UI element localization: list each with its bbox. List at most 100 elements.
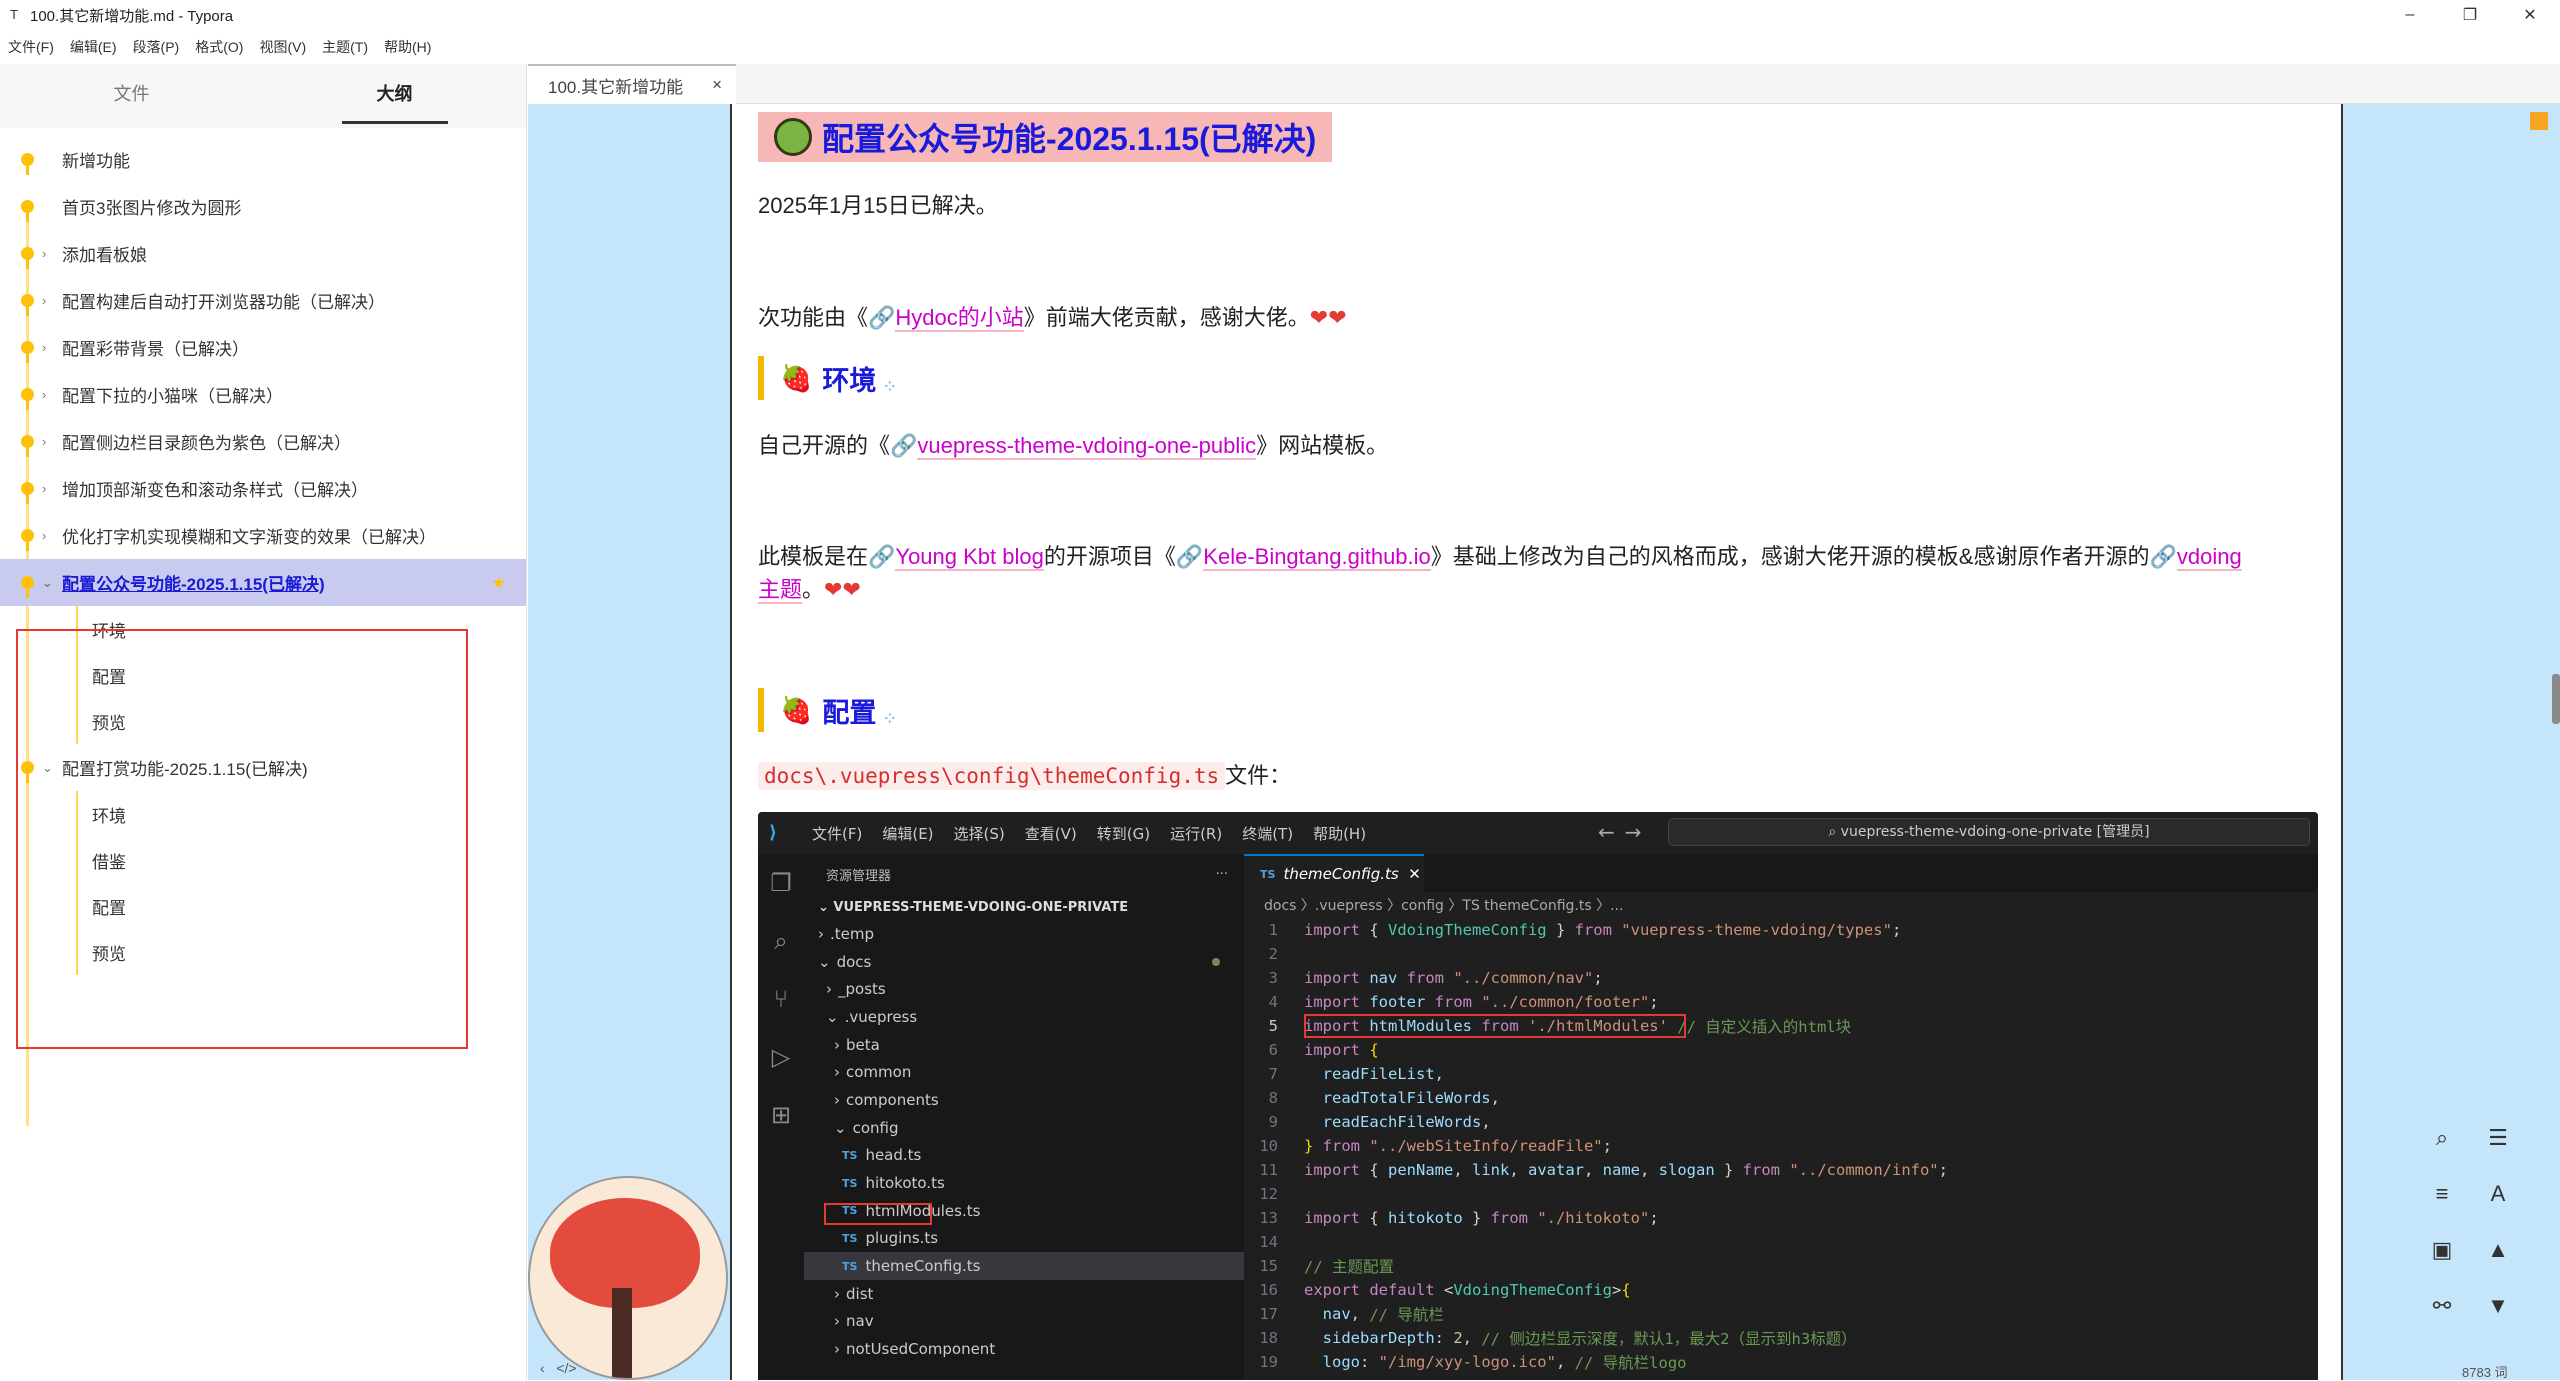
outline-item-label: 增加顶部渐变色和滚动条样式（已解决）: [62, 481, 368, 500]
menu-icon[interactable]: ☰: [2476, 1116, 2520, 1160]
chevron-right-icon[interactable]: ›: [42, 434, 46, 449]
outline-dot-icon: [21, 294, 34, 316]
tab-outline[interactable]: 大纲: [263, 64, 526, 128]
explorer-tree-row: › notUsedComponent: [804, 1335, 1244, 1363]
link-hydoc[interactable]: Hydoc的小站: [895, 305, 1024, 332]
chevron-right-icon[interactable]: ›: [42, 340, 46, 355]
menu-view[interactable]: 视图(V): [251, 37, 314, 57]
scroll-down-icon[interactable]: ▼: [2476, 1284, 2520, 1328]
paragraph-thanks[interactable]: 此模板是在🔗Young Kbt blog的开源项目《🔗Kele-Bingtang…: [758, 540, 2318, 606]
heading-h3-env[interactable]: 🍓 环境 ⁘: [758, 356, 895, 400]
link-kele-bingtang[interactable]: Kele-Bingtang.github.io: [1203, 544, 1431, 571]
outline-item-label: 优化打字机实现模糊和文字渐变的效果（已解决）: [62, 528, 436, 547]
image-icon[interactable]: ▣: [2420, 1228, 2464, 1272]
list-icon[interactable]: ≡: [2420, 1172, 2464, 1216]
window-title: 100.其它新增功能.md - Typora: [30, 7, 234, 25]
word-count[interactable]: 8783 词: [2462, 1362, 2508, 1381]
editor-tabs: TS themeConfig.ts ✕: [1244, 854, 2318, 892]
outline-item[interactable]: 首页3张图片修改为圆形: [0, 183, 526, 230]
chevron-right-icon: ›: [834, 1090, 840, 1109]
explorer-tree-row: TS plugins.ts: [804, 1225, 1244, 1253]
chevron-right-icon: ›: [834, 1035, 840, 1054]
link-kbt-blog[interactable]: Young Kbt blog: [895, 544, 1044, 571]
paragraph-path[interactable]: docs\.vuepress\config\themeConfig.ts 文件：: [758, 758, 1291, 790]
extensions-icon: ⊞: [770, 1101, 792, 1129]
minimize-button[interactable]: –: [2380, 0, 2440, 30]
sitemap-icon[interactable]: ⚯: [2420, 1284, 2464, 1328]
search-icon[interactable]: ⌕: [2420, 1116, 2464, 1160]
chevron-right-icon: ›: [834, 1312, 840, 1331]
outline-item[interactable]: 新增功能: [0, 136, 526, 183]
vscode-menu-item: 文件(F): [812, 824, 863, 843]
star-icon: ★: [491, 574, 506, 592]
outline-item[interactable]: › 配置下拉的小猫咪（已解决）: [0, 371, 526, 418]
maximize-button[interactable]: ❐: [2440, 0, 2500, 30]
menu-help[interactable]: 帮助(H): [376, 37, 439, 57]
scroll-up-icon[interactable]: ▲: [2476, 1228, 2520, 1272]
link-vuepress-theme[interactable]: vuepress-theme-vdoing-one-public: [917, 433, 1257, 460]
inline-code-path[interactable]: docs\.vuepress\config\themeConfig.ts: [758, 762, 1226, 790]
font-icon[interactable]: A: [2476, 1172, 2520, 1216]
paragraph-date[interactable]: 2025年1月15日已解决。: [758, 188, 998, 220]
menu-edit[interactable]: 编辑(E): [62, 37, 125, 57]
code-line: 13 import { hitokoto } from "./hitokoto";: [1259, 1209, 1659, 1227]
document-tab[interactable]: 100.其它新增功能 ×: [528, 64, 736, 104]
bookmark-icon[interactable]: [2530, 112, 2548, 130]
sidebar-toggle-icon[interactable]: ‹ </>: [540, 1360, 577, 1376]
outline-item[interactable]: › 配置侧边栏目录颜色为紫色（已解决）: [0, 418, 526, 465]
chevron-down-icon: ⌄: [826, 1007, 839, 1026]
explorer-tree-row: › .temp: [804, 920, 1244, 948]
heart-icon: ❤❤: [824, 577, 861, 602]
menu-paragraph[interactable]: 段落(P): [125, 37, 188, 57]
mascot-image[interactable]: [528, 1176, 728, 1380]
strawberry-emoji-icon: 🍓: [780, 362, 813, 393]
more-icon: ···: [1215, 866, 1228, 882]
outline-item-label: 首页3张图片修改为圆形: [62, 199, 242, 218]
explorer-tree-label: dist: [846, 1284, 874, 1303]
explorer-tree-row: ⌄ config: [804, 1114, 1244, 1142]
link-vdoing[interactable]: vdoing: [2176, 544, 2242, 571]
vscode-menu-item: 转到(G): [1096, 824, 1151, 843]
link-vdoing-theme[interactable]: 主题: [758, 577, 803, 604]
outline-item[interactable]: › 添加看板娘: [0, 230, 526, 277]
ts-file-icon: TS: [842, 1148, 858, 1162]
outline-item-active[interactable]: ⌄ 配置公众号功能-2025.1.15(已解决) ★: [0, 559, 526, 606]
chevron-right-icon: ›: [818, 924, 824, 943]
outline-item[interactable]: › 配置彩带背景（已解决）: [0, 324, 526, 371]
menu-file[interactable]: 文件(F): [0, 37, 62, 57]
highlight-box: [16, 629, 468, 1049]
outline-dot-icon: [21, 529, 34, 551]
chevron-right-icon[interactable]: ›: [42, 246, 46, 261]
outline-item-label: 新增功能: [62, 152, 130, 171]
explorer-tree-row: › components: [804, 1086, 1244, 1114]
outline-item[interactable]: › 配置构建后自动打开浏览器功能（已解决）: [0, 277, 526, 324]
explorer-tree-label: nav: [846, 1312, 874, 1331]
outline-item[interactable]: › 优化打字机实现模糊和文字渐变的效果（已解决）: [0, 512, 526, 559]
close-window-button[interactable]: ✕: [2500, 0, 2560, 30]
explorer-tree-label: .vuepress: [844, 1007, 918, 1026]
code-line: 6 import {: [1268, 1041, 1379, 1059]
sidebar: 文件 大纲 新增功能 首页3张图片修改为圆形 › 添加看板娘 › 配置构建后自动打开…: [0, 64, 527, 1380]
heading-h2[interactable]: 配置公众号功能-2025.1.15(已解决): [758, 112, 1333, 162]
text: 文件：: [1225, 763, 1292, 788]
chevron-right-icon[interactable]: ›: [42, 481, 46, 496]
chevron-down-icon[interactable]: ⌄: [42, 575, 53, 591]
ts-file-icon: TS: [842, 1231, 858, 1245]
menu-theme[interactable]: 主题(T): [314, 37, 376, 57]
file-highlight-box: [824, 1203, 932, 1225]
close-tab-icon[interactable]: ×: [712, 75, 722, 95]
link-icon: 🔗: [2149, 544, 2177, 569]
heading-h3-config[interactable]: 🍓 配置 ⁘: [758, 688, 895, 732]
code-line: 15// 主题配置: [1259, 1257, 1394, 1276]
chevron-right-icon[interactable]: ›: [42, 293, 46, 308]
tab-files[interactable]: 文件: [0, 64, 263, 128]
outline-dot-icon: [21, 200, 34, 222]
paragraph-template[interactable]: 自己开源的《🔗vuepress-theme-vdoing-one-public》…: [758, 428, 1388, 460]
paragraph-credit[interactable]: 次功能由《🔗Hydoc的小站》前端大佬贡献，感谢大佬。❤❤: [758, 300, 1347, 332]
chevron-right-icon[interactable]: ›: [42, 387, 46, 402]
menu-format[interactable]: 格式(O): [187, 37, 251, 57]
explorer-header: 资源管理器 ···: [804, 854, 1244, 894]
outline-item[interactable]: › 增加顶部渐变色和滚动条样式（已解决）: [0, 465, 526, 512]
chevron-right-icon[interactable]: ›: [42, 528, 46, 543]
scrollbar-thumb[interactable]: [2552, 674, 2560, 724]
